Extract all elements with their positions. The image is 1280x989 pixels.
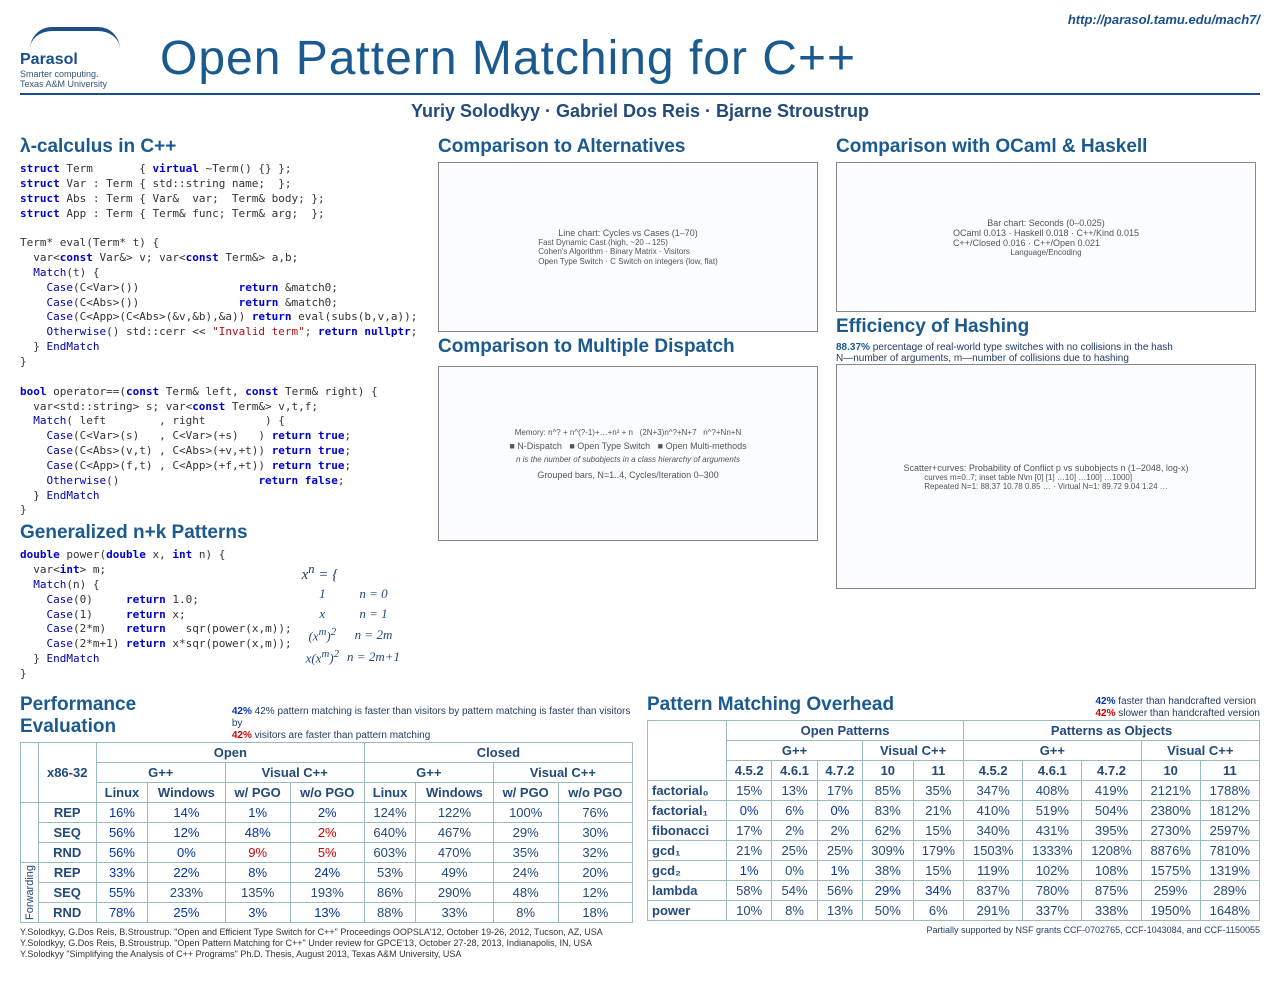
parasol-logo: Parasol Smarter computing. Texas A&M Uni… [20,27,130,89]
hash-caption: 88.37% percentage of real-world type swi… [836,342,1256,364]
references: Y.Solodkyy, G.Dos Reis, B.Stroustrup. "O… [20,927,633,961]
lambda-code: struct Term { virtual ~Term() {} }; stru… [20,162,420,518]
nk-math: xn = { 1n = 0 xn = 1 (xm)2n = 2m x(xm)2n… [302,562,404,669]
header: Parasol Smarter computing. Texas A&M Uni… [20,27,1260,95]
section-performance: Performance Evaluation [20,694,232,738]
authors: Yuriy Solodkyy · Gabriel Dos Reis · Bjar… [20,101,1260,122]
chart-alternatives: Line chart: Cycles vs Cases (1–70) Fast … [438,162,818,332]
section-multidispatch: Comparison to Multiple Dispatch [438,336,818,358]
performance-table: x86-32OpenClosed G++Visual C++G++Visual … [20,742,633,923]
overhead-legend: 42% faster than handcrafted version 42% … [1095,696,1260,720]
section-nk: Generalized n+k Patterns [20,522,420,544]
section-ocaml: Comparison with OCaml & Haskell [836,136,1256,158]
chart-ocaml: Bar chart: Seconds (0–0.025) OCaml 0.013… [836,162,1256,312]
section-lambda: λ-calculus in C++ [20,136,420,158]
overhead-table: Open PatternsPatterns as Objects G++Visu… [647,720,1260,921]
perf-legend: 42% 42% pattern matching is faster than … [232,706,633,742]
section-alternatives: Comparison to Alternatives [438,136,818,158]
page-title: Open Pattern Matching for C++ [160,31,856,86]
funding-note: Partially supported by NSF grants CCF-07… [647,925,1260,935]
section-hashing: Efficiency of Hashing [836,316,1256,338]
nk-code: double power(double x, int n) { var<int>… [20,548,292,682]
section-overhead: Pattern Matching Overhead [647,694,894,716]
chart-hashing: Scatter+curves: Probability of Conflict … [836,364,1256,589]
header-url[interactable]: http://parasol.tamu.edu/mach7/ [20,12,1260,27]
chart-multidispatch: Memory: n^? + n^(?-1)+…+n² + n (2N+3)n^?… [438,366,818,541]
